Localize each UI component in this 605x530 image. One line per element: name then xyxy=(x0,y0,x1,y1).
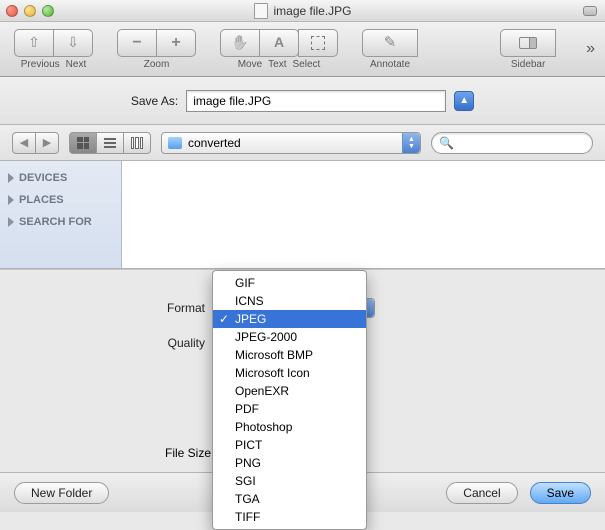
format-menu-item[interactable]: JPEG xyxy=(213,310,366,328)
new-folder-button[interactable]: New Folder xyxy=(14,482,109,504)
quality-label: Quality xyxy=(20,336,205,350)
file-listing[interactable] xyxy=(122,161,605,268)
filesize-label: File Size xyxy=(165,446,211,460)
minimize-window-button[interactable] xyxy=(24,5,36,17)
select-mode-button[interactable] xyxy=(298,29,338,57)
format-menu-item[interactable]: OpenEXR xyxy=(213,382,366,400)
disclosure-triangle-icon xyxy=(8,173,14,183)
annotate-button[interactable] xyxy=(362,29,418,57)
sidebar-label: Sidebar xyxy=(511,59,545,70)
sidebar-toggle-button[interactable] xyxy=(500,29,556,57)
filename-field[interactable] xyxy=(186,90,446,112)
nav-forward-button[interactable]: ▶ xyxy=(35,132,59,154)
format-menu-item[interactable]: ICNS xyxy=(213,292,366,310)
text-icon xyxy=(274,34,284,52)
previous-label: Previous xyxy=(21,59,60,70)
text-mode-button[interactable] xyxy=(259,29,299,57)
grid-icon xyxy=(77,137,89,149)
format-menu-item[interactable]: SGI xyxy=(213,472,366,490)
format-menu-item[interactable]: Microsoft Icon xyxy=(213,364,366,382)
format-menu-item[interactable]: JPEG-2000 xyxy=(213,328,366,346)
columns-icon xyxy=(131,137,143,149)
popup-arrows-icon: ▲▼ xyxy=(402,133,420,153)
move-mode-button[interactable] xyxy=(220,29,260,57)
close-window-button[interactable] xyxy=(6,5,18,17)
sidebar-label-search: SEARCH FOR xyxy=(19,216,92,228)
window-controls xyxy=(6,5,54,17)
zoom-out-button[interactable] xyxy=(117,29,157,57)
nav-back-button[interactable]: ◀ xyxy=(12,132,36,154)
view-icons-button[interactable] xyxy=(69,132,97,154)
previous-button[interactable] xyxy=(14,29,54,57)
toolbar-overflow-button[interactable]: » xyxy=(586,40,595,58)
sidebar: DEVICES PLACES SEARCH FOR xyxy=(0,161,122,268)
select-label: Select xyxy=(293,59,321,70)
selection-icon xyxy=(311,36,325,50)
format-menu-item[interactable]: PICT xyxy=(213,436,366,454)
zoom-label: Zoom xyxy=(144,59,170,70)
minus-icon xyxy=(132,34,141,52)
view-columns-button[interactable] xyxy=(123,132,151,154)
disclosure-triangle-icon xyxy=(8,195,14,205)
folder-icon xyxy=(168,137,182,149)
sidebar-group-places[interactable]: PLACES xyxy=(0,189,121,211)
arrow-up-icon xyxy=(28,34,40,52)
file-browser-body: DEVICES PLACES SEARCH FOR xyxy=(0,161,605,269)
file-browser-header: ◀ ▶ converted ▲▼ 🔍 xyxy=(0,125,605,161)
format-label: Format xyxy=(20,301,205,315)
search-field[interactable] xyxy=(431,132,593,154)
zoom-in-button[interactable] xyxy=(156,29,196,57)
hand-icon xyxy=(231,34,248,52)
sidebar-group-search[interactable]: SEARCH FOR xyxy=(0,211,121,233)
format-menu-item[interactable]: PNG xyxy=(213,454,366,472)
move-label: Move xyxy=(238,59,262,70)
save-as-row: Save As: ▲ xyxy=(0,77,605,125)
format-menu-item[interactable]: TGA xyxy=(213,490,366,508)
disclosure-triangle-icon xyxy=(8,217,14,227)
document-proxy-icon[interactable] xyxy=(253,3,267,19)
app-toolbar: Previous Next Zoom Move Text Select Anno… xyxy=(0,22,605,77)
save-as-label: Save As: xyxy=(131,94,178,108)
next-button[interactable] xyxy=(53,29,93,57)
list-icon xyxy=(104,138,116,148)
format-menu-item[interactable]: PDF xyxy=(213,400,366,418)
search-icon: 🔍 xyxy=(439,136,454,150)
format-menu-item[interactable]: TIFF xyxy=(213,508,366,526)
view-list-button[interactable] xyxy=(96,132,124,154)
cancel-button[interactable]: Cancel xyxy=(446,482,517,504)
zoom-window-button[interactable] xyxy=(42,5,54,17)
sidebar-icon xyxy=(519,37,537,49)
annotate-icon xyxy=(384,33,397,52)
plus-icon xyxy=(171,34,180,52)
toolbar-pill-button[interactable] xyxy=(583,6,597,16)
format-menu-item[interactable]: GIF xyxy=(213,274,366,292)
save-button[interactable]: Save xyxy=(530,482,591,504)
format-menu-item[interactable]: Microsoft BMP xyxy=(213,346,366,364)
annotate-label: Annotate xyxy=(370,59,410,70)
format-menu-item[interactable]: Photoshop xyxy=(213,418,366,436)
location-popup[interactable]: converted ▲▼ xyxy=(161,132,421,154)
next-label: Next xyxy=(66,59,87,70)
arrow-down-icon xyxy=(67,34,79,52)
format-menu[interactable]: GIFICNSJPEGJPEG-2000Microsoft BMPMicroso… xyxy=(212,270,367,530)
expand-collapse-button[interactable]: ▲ xyxy=(454,91,474,111)
window-titlebar: image file.JPG xyxy=(0,0,605,22)
sidebar-label-places: PLACES xyxy=(19,194,64,206)
sidebar-group-devices[interactable]: DEVICES xyxy=(0,167,121,189)
text-label: Text xyxy=(268,59,286,70)
window-title: image file.JPG xyxy=(273,4,351,18)
location-label: converted xyxy=(188,136,241,150)
sidebar-label-devices: DEVICES xyxy=(19,172,67,184)
